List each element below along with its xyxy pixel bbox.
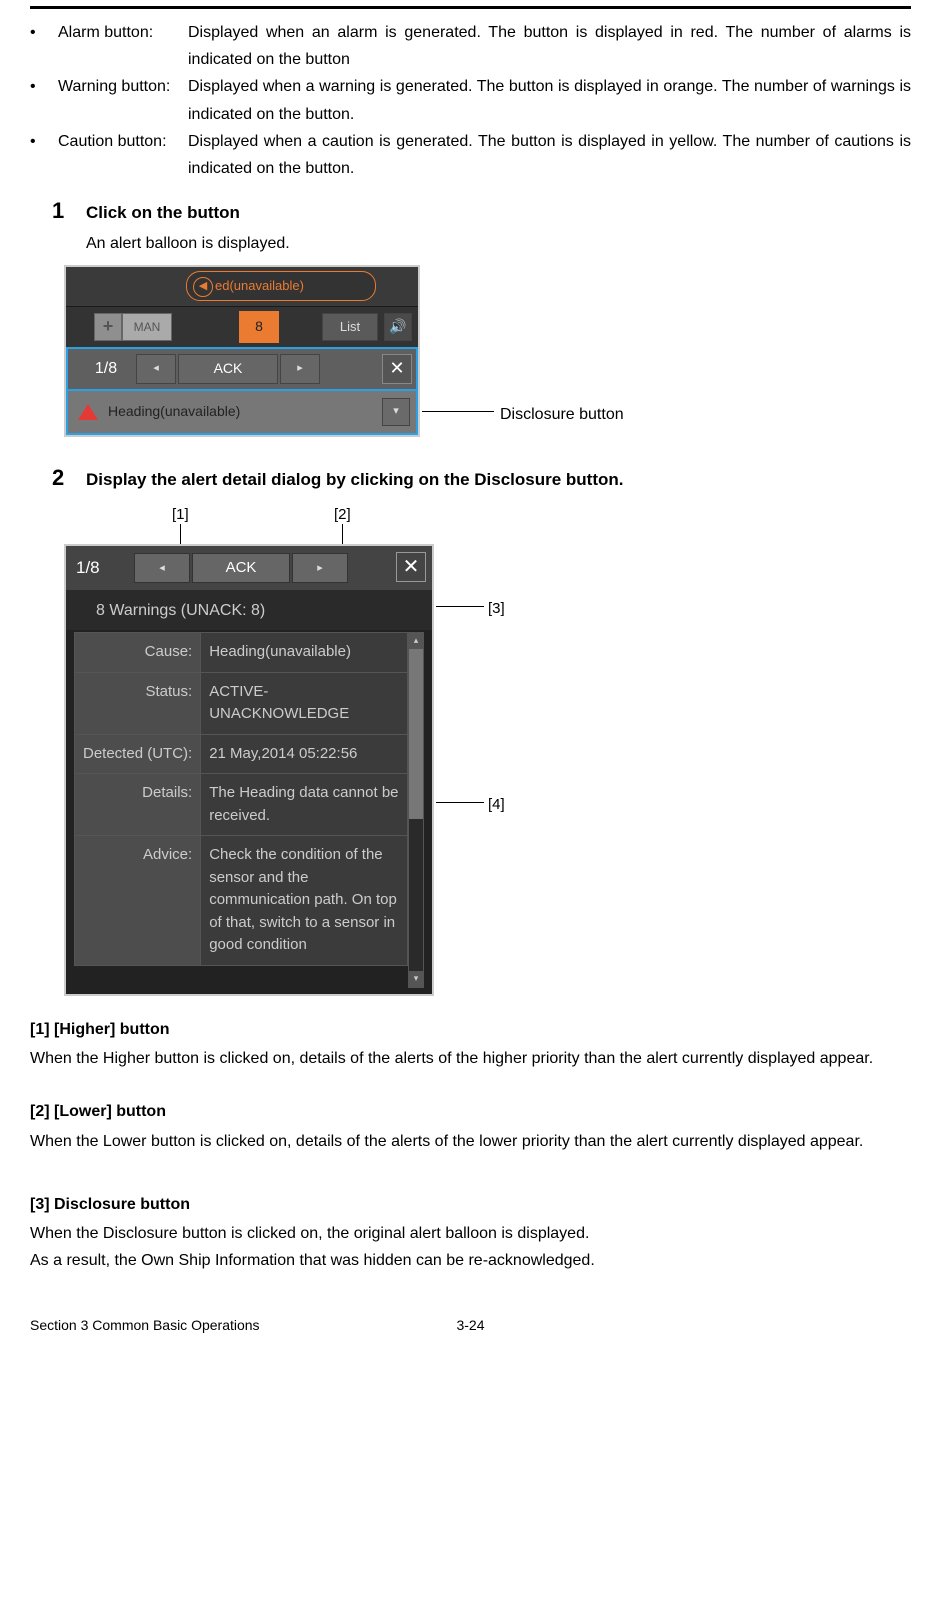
cause-value: Heading(unavailable) xyxy=(201,633,408,673)
scroll-thumb[interactable] xyxy=(409,649,423,819)
alert-top-row: ◀ ed(unavailable) xyxy=(66,267,418,307)
alarm-triangle-icon xyxy=(78,404,98,420)
cause-key: Cause: xyxy=(75,633,201,673)
callout-disclosure-label: Disclosure button xyxy=(500,401,624,428)
advice-value: Check the condition of the sensor and th… xyxy=(201,836,408,966)
callout-4-line xyxy=(436,802,484,803)
next-button[interactable]: ▸ xyxy=(280,354,320,384)
lower-button[interactable]: ▸ xyxy=(292,553,348,583)
callout-line xyxy=(422,411,494,412)
detail-counter: 1/8 xyxy=(76,554,134,583)
footer-section: Section 3 Common Basic Operations xyxy=(30,1314,456,1338)
detail-close-button[interactable]: ✕ xyxy=(396,552,426,582)
warning-term: Warning button: xyxy=(58,73,188,100)
section-lower: [2] [Lower] button When the Lower button… xyxy=(30,1098,911,1154)
man-button[interactable]: MAN xyxy=(122,313,172,341)
detected-value: 21 May,2014 05:22:56 xyxy=(201,734,408,774)
scroll-up-icon[interactable]: ▴ xyxy=(409,633,423,649)
detail-summary: 8 Warnings (UNACK: 8) xyxy=(66,590,432,630)
caution-row: • Caution button: Displayed when a cauti… xyxy=(30,128,911,182)
section-disclosure: [3] Disclosure button When the Disclosur… xyxy=(30,1191,911,1275)
alarm-term: Alarm button: xyxy=(58,19,188,46)
alert-item-row: Heading(unavailable) ▾ xyxy=(66,391,418,435)
section-higher-body: When the Higher button is clicked on, de… xyxy=(30,1045,911,1072)
alert-pill[interactable]: ◀ ed(unavailable) xyxy=(186,271,376,301)
alert-row2: + MAN 8 List 🔊 xyxy=(66,307,418,347)
step-1-title: Click on the button xyxy=(86,199,240,228)
section-disclosure-body-2: As a result, the Own Ship Information th… xyxy=(30,1247,911,1274)
callout-4-label: [4] xyxy=(488,792,505,818)
step-1-body: An alert balloon is displayed. xyxy=(86,230,911,257)
disclosure-button[interactable]: ▾ xyxy=(382,398,410,426)
footer-spacer xyxy=(485,1314,911,1338)
figure-alert-detail: [1] [2] [3] [4] 1/8 ◂ ACK ▸ ✕ 8 Warnings… xyxy=(64,502,911,1000)
step-2-number: 2 xyxy=(52,459,86,496)
status-key: Status: xyxy=(75,672,201,734)
page-top-divider xyxy=(30,6,911,9)
details-key: Details: xyxy=(75,774,201,836)
caution-desc: Displayed when a caution is generated. T… xyxy=(188,128,911,182)
detail-scrollbar[interactable]: ▴ ▾ xyxy=(408,632,424,988)
section-lower-heading: [2] [Lower] button xyxy=(30,1098,911,1125)
step-2: 2 Display the alert detail dialog by cli… xyxy=(52,459,911,496)
advice-key: Advice: xyxy=(75,836,201,966)
prev-button[interactable]: ◂ xyxy=(136,354,176,384)
button-definitions: • Alarm button: Displayed when an alarm … xyxy=(30,19,911,182)
alert-balloon-panel: ◀ ed(unavailable) + MAN 8 List 🔊 1/8 ◂ A… xyxy=(64,265,420,437)
higher-button[interactable]: ◂ xyxy=(134,553,190,583)
step-1-number: 1 xyxy=(52,192,86,229)
pill-text: ed(unavailable) xyxy=(215,275,304,297)
step-1: 1 Click on the button An alert balloon i… xyxy=(52,192,911,257)
alert-counter: 1/8 xyxy=(76,353,136,385)
status-value: ACTIVE-UNACKNOWLEDGE xyxy=(201,672,408,734)
section-higher-heading: [1] [Higher] button xyxy=(30,1016,911,1043)
page-footer: Section 3 Common Basic Operations 3-24 xyxy=(30,1314,911,1338)
detail-ack-button[interactable]: ACK xyxy=(192,553,290,583)
figure-alert-balloon: ◀ ed(unavailable) + MAN 8 List 🔊 1/8 ◂ A… xyxy=(64,265,911,441)
footer-page-number: 3-24 xyxy=(456,1314,484,1338)
ack-bar: 1/8 ◂ ACK ▸ ✕ xyxy=(66,347,418,391)
bullet: • xyxy=(30,19,58,46)
table-row: Detected (UTC): 21 May,2014 05:22:56 xyxy=(75,734,408,774)
section-higher: [1] [Higher] button When the Higher butt… xyxy=(30,1016,911,1072)
warning-desc: Displayed when a warning is generated. T… xyxy=(188,73,911,127)
bullet: • xyxy=(30,128,58,155)
section-lower-body: When the Lower button is clicked on, det… xyxy=(30,1128,911,1155)
callout-3-label: [3] xyxy=(488,596,505,622)
section-disclosure-body-1: When the Disclosure button is clicked on… xyxy=(30,1220,911,1247)
table-row: Advice: Check the condition of the senso… xyxy=(75,836,408,966)
detail-table: Cause: Heading(unavailable) Status: ACTI… xyxy=(74,632,408,966)
plus-button[interactable]: + xyxy=(94,313,122,341)
ack-button[interactable]: ACK xyxy=(178,354,278,384)
alert-detail-dialog: 1/8 ◂ ACK ▸ ✕ 8 Warnings (UNACK: 8) Caus… xyxy=(64,544,434,996)
alarm-desc: Displayed when an alarm is generated. Th… xyxy=(188,19,911,73)
section-disclosure-heading: [3] Disclosure button xyxy=(30,1191,911,1218)
detail-top-bar: 1/8 ◂ ACK ▸ ✕ xyxy=(66,546,432,590)
close-button[interactable]: ✕ xyxy=(382,354,412,384)
speaker-icon[interactable]: 🔊 xyxy=(384,313,412,341)
detected-key: Detected (UTC): xyxy=(75,734,201,774)
table-row: Cause: Heading(unavailable) xyxy=(75,633,408,673)
details-value: The Heading data cannot be received. xyxy=(201,774,408,836)
callout-3-line xyxy=(436,606,484,607)
step-2-title: Display the alert detail dialog by click… xyxy=(86,466,623,495)
bullet: • xyxy=(30,73,58,100)
alert-item-text: Heading(unavailable) xyxy=(108,400,382,424)
table-row: Status: ACTIVE-UNACKNOWLEDGE xyxy=(75,672,408,734)
list-button[interactable]: List xyxy=(322,313,378,341)
table-row: Details: The Heading data cannot be rece… xyxy=(75,774,408,836)
alarm-row: • Alarm button: Displayed when an alarm … xyxy=(30,19,911,73)
caution-term: Caution button: xyxy=(58,128,188,155)
pill-arrow-icon: ◀ xyxy=(193,277,213,297)
warning-row: • Warning button: Displayed when a warni… xyxy=(30,73,911,127)
scroll-down-icon[interactable]: ▾ xyxy=(409,971,423,987)
warning-count-button[interactable]: 8 xyxy=(239,311,279,343)
